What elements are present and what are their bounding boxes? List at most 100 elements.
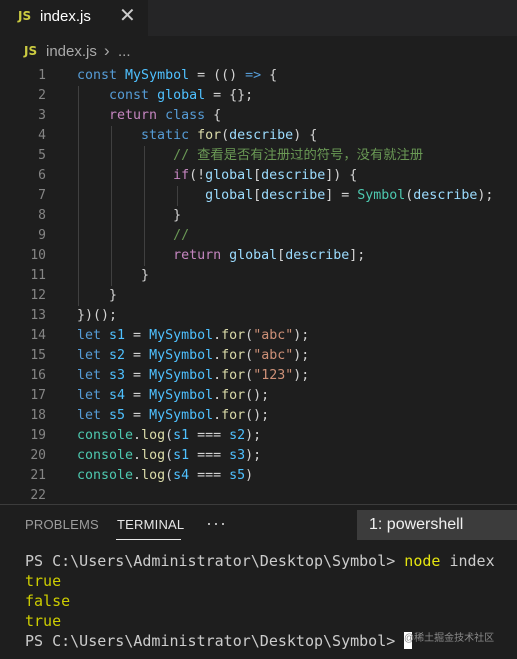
watermark: @稀土掘金技术社区: [404, 633, 495, 644]
code-token: for: [221, 368, 246, 383]
code-line: if(!global[describe]) {: [77, 166, 517, 186]
line-number: 4: [38, 128, 46, 143]
code-token: s5: [229, 468, 246, 483]
code-editor[interactable]: 1 2 3 4 5 6 7 8 9 10 11 12 13 14 15 16 17 18 19 20 21 22 cons…: [0, 64, 517, 504]
line-number: 20: [30, 448, 46, 463]
breadcrumb-more[interactable]: ...: [118, 43, 131, 60]
code-token: "123": [253, 368, 294, 383]
code-token: =>: [245, 68, 262, 83]
terminal-command-arg: index: [440, 552, 495, 570]
code-token: let: [77, 368, 110, 383]
code-token: describe: [261, 188, 326, 203]
code-token: //: [173, 228, 190, 243]
code-token: return: [173, 248, 230, 263]
code-token: );: [293, 348, 310, 363]
code-token: .: [213, 348, 222, 363]
code-token: .: [213, 388, 222, 403]
code-token: .: [133, 428, 142, 443]
code-token: // 查看是否有注册过的符号，没有就注册: [173, 148, 424, 163]
tab-index-js[interactable]: JS index.js ✕: [0, 0, 148, 36]
active-tab-indicator: [116, 539, 181, 540]
line-number: 8: [38, 208, 46, 223]
code-token: s1: [173, 428, 190, 443]
code-token: s3: [109, 368, 126, 383]
code-token: {: [261, 68, 278, 83]
tab-bar: JS index.js ✕: [0, 0, 517, 36]
code-token: for: [221, 328, 246, 343]
code-line: }: [77, 266, 517, 286]
code-token: = {};: [205, 88, 254, 103]
code-token: log: [141, 448, 166, 463]
code-token: global: [205, 168, 254, 183]
code-line: }: [77, 206, 517, 226]
code-token: {: [213, 108, 222, 123]
code-line: return class {: [77, 106, 517, 126]
code-token: })();: [77, 308, 118, 323]
code-token: ] =: [325, 188, 358, 203]
code-token: = ((): [189, 68, 246, 83]
close-icon[interactable]: ✕: [119, 4, 136, 28]
code-token: global: [229, 248, 278, 263]
code-lines[interactable]: const MySymbol = (() => { const global =…: [77, 66, 517, 506]
code-token: ===: [189, 468, 230, 483]
breadcrumb: JS index.js › ...: [0, 36, 517, 64]
line-number: 1: [38, 68, 46, 83]
code-token: MySymbol: [149, 348, 214, 363]
code-token: .: [213, 408, 222, 423]
code-token: const: [109, 88, 158, 103]
code-token: return: [109, 108, 166, 123]
code-token: .: [133, 468, 142, 483]
bottom-panel: PROBLEMS TERMINAL ··· 1: powershell PS C…: [0, 504, 517, 659]
code-token: describe: [285, 248, 350, 263]
code-token: global: [205, 188, 254, 203]
code-token: s1: [109, 328, 126, 343]
code-token: for: [197, 128, 222, 143]
terminal-output-line: false: [25, 592, 71, 610]
terminal-output-line: true: [25, 572, 62, 590]
code-line: return global[describe];: [77, 246, 517, 266]
code-token: ();: [245, 388, 270, 403]
code-line: let s2 = MySymbol.for("abc");: [77, 346, 517, 366]
code-token: MySymbol: [149, 368, 214, 383]
js-file-icon: JS: [18, 9, 32, 23]
code-token: console: [77, 468, 134, 483]
terminal-output-line: true: [25, 612, 62, 630]
code-line: let s4 = MySymbol.for();: [77, 386, 517, 406]
code-token: for: [221, 348, 246, 363]
code-token: (: [165, 428, 174, 443]
code-token: log: [141, 428, 166, 443]
code-token: let: [77, 388, 110, 403]
tab-label: index.js: [40, 8, 91, 25]
code-token: ) {: [293, 128, 318, 143]
code-line: console.log(s1 === s2);: [77, 426, 517, 446]
terminal-prompt: PS C:\Users\Administrator\Desktop\Symbol…: [25, 552, 405, 570]
code-line: let s3 = MySymbol.for("123");: [77, 366, 517, 386]
line-number: 3: [38, 108, 46, 123]
more-actions-icon[interactable]: ···: [206, 513, 227, 534]
code-token: MySymbol: [149, 328, 214, 343]
code-token: (: [165, 448, 174, 463]
tab-problems[interactable]: PROBLEMS: [25, 517, 99, 532]
code-token: MySymbol: [125, 68, 190, 83]
line-number: 16: [30, 368, 46, 383]
code-line: //: [77, 226, 517, 246]
code-token: global: [157, 88, 206, 103]
code-token: );: [293, 368, 310, 383]
code-token: (!: [189, 168, 206, 183]
code-token: s4: [173, 468, 190, 483]
code-token: let: [77, 408, 110, 423]
code-token: .: [133, 448, 142, 463]
code-token: s2: [229, 428, 246, 443]
code-token: MySymbol: [149, 388, 214, 403]
code-line: // 查看是否有注册过的符号，没有就注册: [77, 146, 517, 166]
tab-terminal[interactable]: TERMINAL: [117, 517, 184, 532]
breadcrumb-file[interactable]: index.js: [46, 43, 97, 60]
line-number: 15: [30, 348, 46, 363]
code-line: console.log(s1 === s3);: [77, 446, 517, 466]
terminal-select[interactable]: 1: powershell: [357, 510, 517, 540]
